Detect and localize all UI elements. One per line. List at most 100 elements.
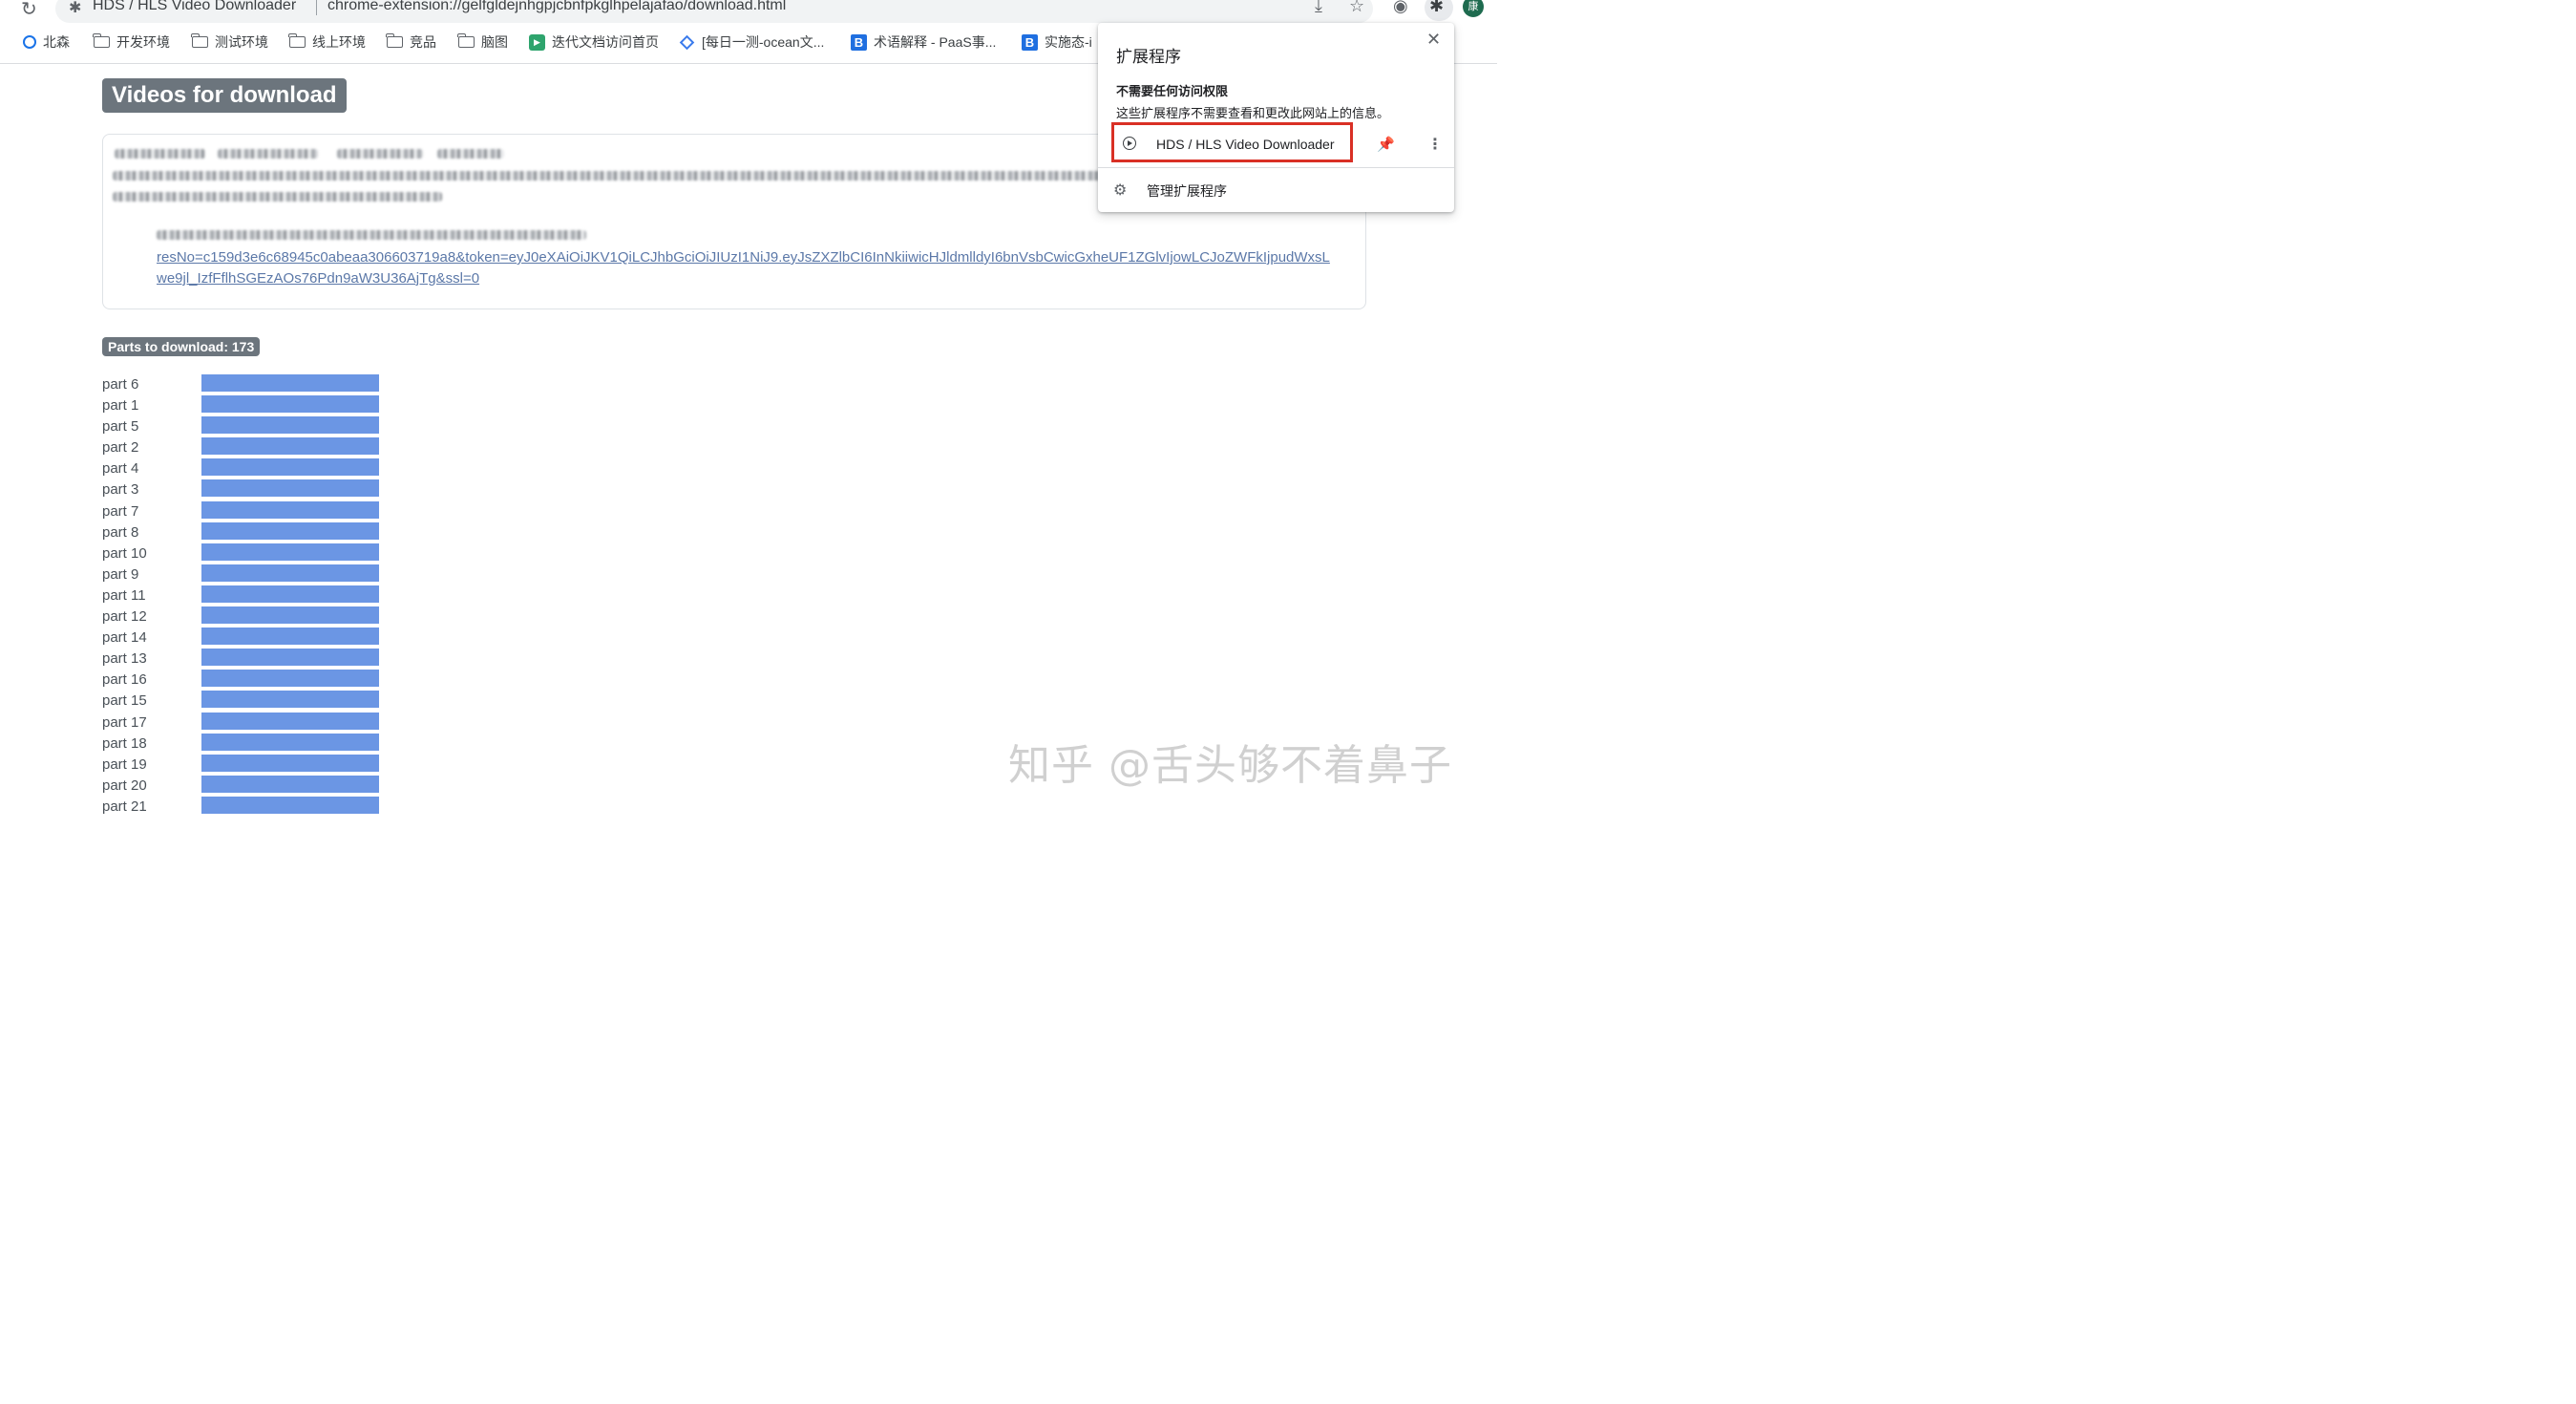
watermark: 知乎 @舌头够不着鼻子 (1008, 741, 1452, 790)
blurred-text (113, 192, 442, 202)
download-icon[interactable]: ⤓ (1315, 0, 1322, 16)
bookmark-folder-dev[interactable]: 开发环境 (93, 32, 170, 52)
reload-icon[interactable]: ↻ (21, 0, 37, 21)
part-progress-bar (201, 691, 379, 709)
part-progress-fill (201, 374, 379, 392)
part-progress-fill (201, 585, 379, 603)
part-row: part 10 (102, 542, 389, 564)
part-progress-bar (201, 606, 379, 625)
part-row: part 18 (102, 733, 389, 755)
extension-item-hls-downloader[interactable]: HDS / HLS Video Downloader (1111, 122, 1353, 162)
part-progress-fill (201, 712, 379, 730)
part-progress-bar (201, 775, 379, 793)
part-progress-bar (201, 796, 379, 814)
part-progress-bar (201, 458, 379, 477)
part-label: part 15 (102, 692, 147, 710)
play-extension-icon[interactable]: ◉ (1393, 0, 1408, 16)
gear-icon[interactable]: ⚙ (1113, 181, 1127, 200)
part-row: part 19 (102, 754, 389, 776)
bookmark-folder-test[interactable]: 测试环境 (191, 32, 268, 52)
bookmark-paas-terms[interactable]: B 术语解释 - PaaS事... (851, 32, 996, 52)
diamond-icon (679, 34, 695, 50)
folder-icon (386, 33, 403, 48)
part-progress-bar (201, 500, 379, 519)
part-row: part 16 (102, 670, 389, 691)
avatar[interactable]: 康 (1463, 0, 1484, 17)
part-progress-fill (201, 649, 379, 667)
part-row: part 20 (102, 775, 389, 797)
puzzle-icon[interactable]: ✱ (1429, 0, 1444, 16)
part-row: part 14 (102, 628, 389, 649)
close-icon[interactable]: ✕ (1426, 30, 1441, 50)
part-progress-fill (201, 796, 379, 814)
popup-section-title: 不需要任何访问权限 (1116, 84, 1229, 98)
part-label: part 8 (102, 523, 139, 541)
blurred-text (337, 149, 423, 159)
bookmark-folder-prod[interactable]: 线上环境 (288, 32, 366, 52)
part-progress-fill (201, 416, 379, 435)
part-label: part 17 (102, 713, 147, 731)
parts-list: part 6 part 1 part 5 part 2 part 4 part 3 part… (102, 374, 389, 818)
part-row: part 8 (102, 521, 389, 543)
bookmark-folder-competitors[interactable]: 竞品 (386, 32, 436, 52)
part-progress-bar (201, 670, 379, 688)
bookmark-label: 线上环境 (312, 34, 366, 50)
part-label: part 5 (102, 418, 139, 436)
part-row: part 5 (102, 416, 389, 437)
part-row: part 3 (102, 479, 389, 500)
omnibox-separator (316, 0, 317, 15)
pin-icon[interactable]: 📌 (1377, 136, 1395, 153)
blurred-text (113, 171, 1106, 181)
part-progress-fill (201, 670, 379, 688)
part-progress-bar (201, 712, 379, 730)
folder-icon (191, 33, 208, 48)
blurred-text (218, 149, 318, 159)
part-row: part 6 (102, 374, 389, 395)
bookmark-folder-mindmap[interactable]: 脑图 (457, 32, 508, 52)
part-row: part 13 (102, 649, 389, 670)
part-label: part 19 (102, 755, 147, 773)
part-label: part 16 (102, 671, 147, 689)
part-progress-bar (201, 395, 379, 414)
blurred-text (115, 149, 205, 159)
bookmark-label: [每日一测-ocean文... (702, 34, 825, 50)
part-progress-bar (201, 733, 379, 751)
part-progress-bar (201, 542, 379, 561)
part-progress-fill (201, 564, 379, 582)
part-label: part 2 (102, 439, 139, 457)
bookmark-implementation[interactable]: B 实施态-i (1022, 32, 1092, 52)
folder-icon (457, 33, 475, 48)
part-progress-fill (201, 754, 379, 772)
bookmark-label: 竞品 (410, 34, 436, 50)
more-vert-icon[interactable]: ⋮ (1427, 135, 1443, 154)
star-icon[interactable]: ☆ (1349, 0, 1364, 16)
part-progress-fill (201, 521, 379, 540)
video-url-link[interactable]: resNo=c159d3e6c68945c0abeaa306603719a8&t… (157, 249, 1330, 266)
bookmark-label: 术语解释 - PaaS事... (874, 34, 997, 50)
part-row: part 7 (102, 500, 389, 522)
part-progress-fill (201, 775, 379, 793)
b-icon: B (1022, 33, 1038, 51)
popup-divider (1098, 167, 1454, 168)
part-progress-fill (201, 733, 379, 751)
part-progress-fill (201, 691, 379, 709)
part-progress-fill (201, 542, 379, 561)
part-label: part 13 (102, 650, 147, 668)
part-progress-fill (201, 628, 379, 646)
manage-extensions-link[interactable]: 管理扩展程序 (1147, 181, 1227, 201)
part-progress-bar (201, 416, 379, 435)
globe-icon (23, 35, 36, 49)
video-url-link-continued[interactable]: we9jl_IzfFflhSGEzAOs76Pdn9aW3U36AjTg&ssl… (157, 270, 479, 287)
url-text[interactable]: chrome-extension://gelfgldejnhgpjcbnfpkg… (327, 0, 786, 14)
bookmark-daily-test[interactable]: [每日一测-ocean文... (679, 32, 824, 52)
part-label: part 14 (102, 629, 147, 647)
b-icon: B (851, 33, 867, 51)
bookmark-label: 测试环境 (215, 34, 268, 50)
extension-page-icon: ✱ (69, 0, 82, 16)
bookmark-beisen[interactable]: 北森 (23, 32, 70, 52)
part-progress-bar (201, 628, 379, 646)
part-label: part 11 (102, 586, 146, 604)
part-progress-bar (201, 649, 379, 667)
part-progress-fill (201, 500, 379, 519)
bookmark-iteration-docs[interactable]: ▶ 迭代文档访问首页 (529, 32, 659, 52)
